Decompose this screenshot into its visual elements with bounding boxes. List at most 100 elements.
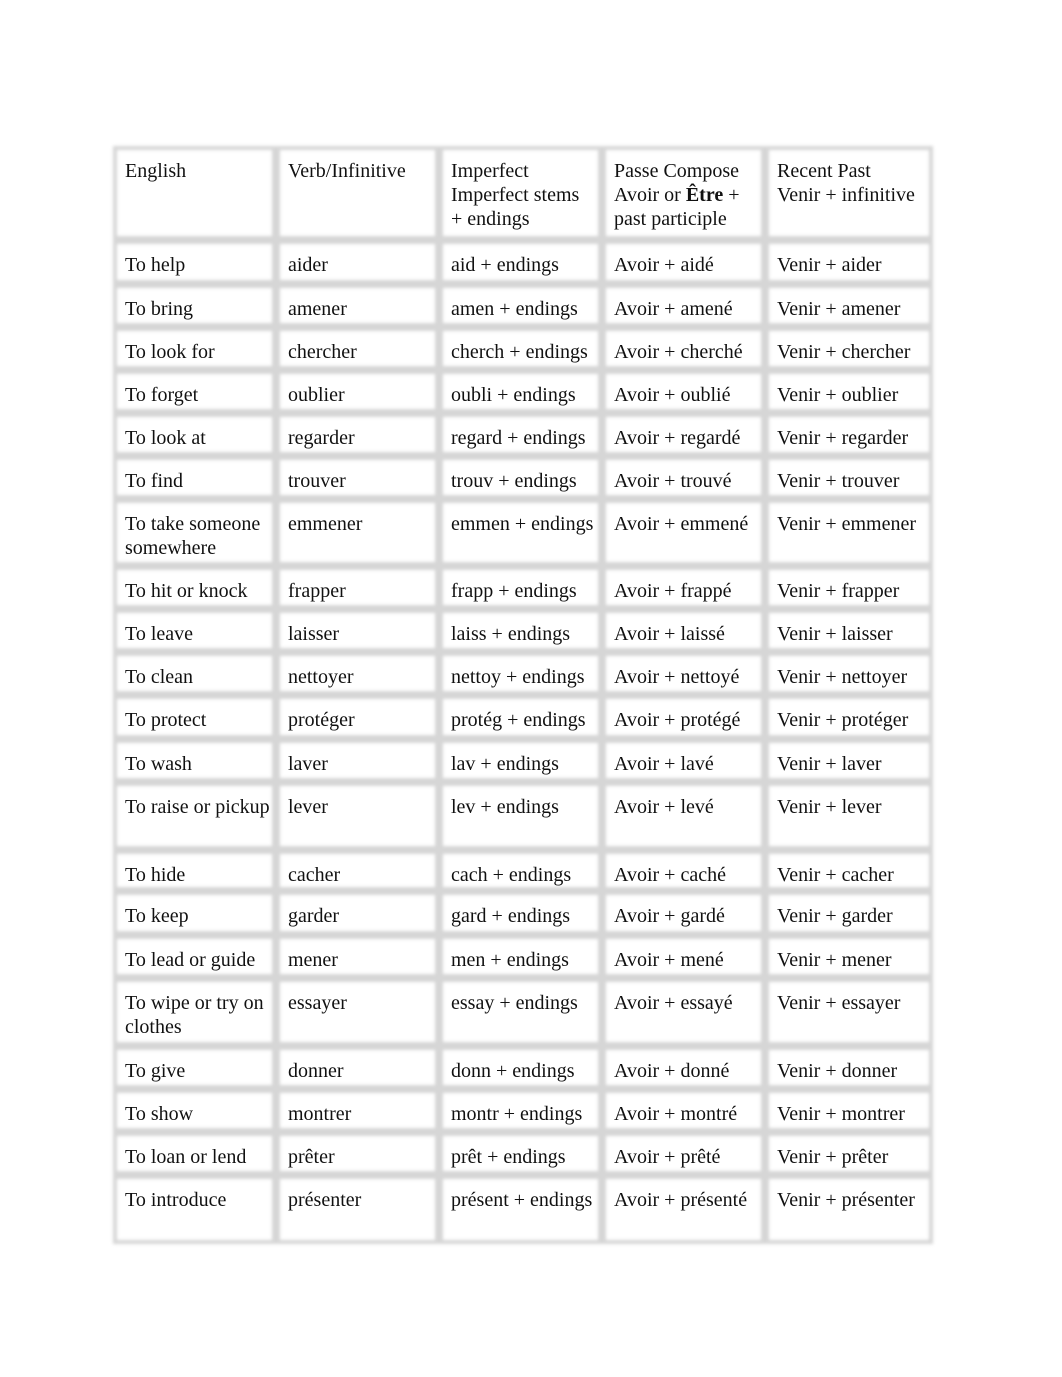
table-row: To leave laisser laiss + endings Avoir + la… [113,609,933,652]
cell-english: To hit or knock [125,580,248,602]
cell-passe-compose: Avoir + montré [614,1103,738,1125]
cell-recent-past: Venir + essayer [777,992,901,1014]
cell-infinitive: chercher [288,341,357,363]
cell-passe-compose: Avoir + levé [614,796,714,818]
cell-recent-past: Venir + emmener [777,513,917,535]
cell-passe-compose: Avoir + caché [614,864,726,886]
cell-infinitive: aider [288,254,328,276]
cell-recent-past: Venir + protéger [777,709,909,731]
table-row: To hit or knock frapper frapp + endings Avo… [113,566,933,609]
cell-passe-compose: Avoir + frappé [614,580,732,602]
table-row: To introduce présenter présent + endings Av… [113,1175,933,1244]
header-row: English Verb/Infinitive Imperfect Imperf… [113,146,933,240]
cell-recent-past: Venir + chercher [777,341,911,363]
cell-imperfect: regard + endings [451,427,586,449]
table-row: To give donner donn + endings Avoir + donné… [113,1046,933,1089]
header-line: Venir + infinitive [777,184,915,206]
cell-passe-compose: Avoir + mené [614,949,724,971]
cell-english: To wash [125,753,192,775]
cell-recent-past: Venir + oublier [777,384,899,406]
cell-recent-past: Venir + montrer [777,1103,905,1125]
cell-recent-past: Venir + trouver [777,470,900,492]
header-bold-text: Être [685,184,724,206]
cell-recent-past: Venir + cacher [777,864,894,886]
cell-english: To clean [125,666,194,688]
cell-english: To bring [125,298,194,320]
cell-imperfect: protég + endings [451,709,586,731]
cell-imperfect: présent + endings [451,1189,593,1211]
cell-recent-past: Venir + regarder [777,427,909,449]
cell-infinitive: laisser [288,623,340,645]
cell-english: To introduce [125,1189,227,1211]
cell-imperfect: essay + endings [451,992,578,1014]
cell-english: To give [125,1060,186,1082]
header-text: + [723,184,740,206]
header-imperfect: Imperfect Imperfect stems + endings [439,146,602,240]
cell-recent-past: Venir + laver [777,753,882,775]
table-row: To raise or pickup lever lev + endings Avoi… [113,782,933,850]
cell-infinitive: mener [288,949,338,971]
table-row: To keep garder gard + endings Avoir + gardé… [113,891,933,935]
cell-english: To forget [125,384,199,406]
cell-infinitive: essayer [288,992,347,1014]
cell-imperfect: prêt + endings [451,1146,566,1168]
cell-recent-past: Venir + donner [777,1060,898,1082]
cell-imperfect: emmen + endings [451,513,594,535]
table-row: To protect protéger protég + endings Avoir … [113,695,933,739]
cell-english: To keep [125,905,189,927]
table-row: To wash laver lav + endings Avoir + lavé Ven… [113,739,933,782]
cell-english: To help [125,254,186,276]
header-verb-infinitive: Verb/Infinitive [276,146,439,240]
cell-english: To lead or guide [125,949,256,971]
table-row: To look for chercher cherch + endings Avoir… [113,327,933,370]
cell-infinitive: protéger [288,709,355,731]
cell-passe-compose: Avoir + gardé [614,905,725,927]
cell-english: To protect [125,709,207,731]
cell-passe-compose: Avoir + laissé [614,623,725,645]
cell-imperfect: cherch + endings [451,341,588,363]
table-row: To loan or lend prêter prêt + endings Avoir… [113,1132,933,1175]
cell-infinitive: lever [288,796,328,818]
cell-recent-past: Venir + aider [777,254,882,276]
cell-infinitive: garder [288,905,340,927]
cell-imperfect: lev + endings [451,796,559,818]
cell-english: To raise or pickup [125,796,270,818]
cell-english: To find [125,470,184,492]
cell-passe-compose: Avoir + oublié [614,384,731,406]
header-line: + endings [451,208,530,230]
table-row: To look at regarder regard + endings Avoir … [113,413,933,456]
header-text: Avoir or [614,184,686,206]
cell-infinitive: oublier [288,384,345,406]
cell-imperfect: lav + endings [451,753,559,775]
header-line: Recent Past [777,160,871,182]
cell-english: To take someone somewhere [125,513,261,559]
cell-english: To wipe or try on clothes [125,992,264,1038]
cell-passe-compose: Avoir + prêté [614,1146,721,1168]
header-line: Verb/Infinitive [288,160,406,182]
table-row: To help aider aid + endings Avoir + aidé Ven… [113,240,933,284]
table-row: To find trouver trouv + endings Avoir + tro… [113,456,933,499]
table-row: To lead or guide mener men + endings Avoir … [113,935,933,978]
cell-infinitive: laver [288,753,328,775]
cell-passe-compose: Avoir + essayé [614,992,733,1014]
cell-infinitive: présenter [288,1189,362,1211]
header-english: English [113,146,276,240]
cell-recent-past: Venir + présenter [777,1189,915,1211]
cell-infinitive: nettoyer [288,666,354,688]
cell-english: To leave [125,623,194,645]
cell-recent-past: Venir + amener [777,298,901,320]
cell-recent-past: Venir + lever [777,796,882,818]
table-row: To wipe or try on clothes essayer essay + … [113,978,933,1046]
header-recent-past: Recent Past Venir + infinitive [765,146,933,240]
cell-english: To hide [125,864,186,886]
header-line: Passe Compose [614,160,739,182]
cell-infinitive: frapper [288,580,346,602]
cell-infinitive: prêter [288,1146,335,1168]
header-line: Avoir or Être + [614,183,761,207]
cell-english: To look at [125,427,206,449]
cell-passe-compose: Avoir + trouvé [614,470,732,492]
cell-recent-past: Venir + mener [777,949,892,971]
cell-imperfect: cach + endings [451,864,572,886]
cell-infinitive: emmener [288,513,363,535]
table-row: To take someone somewhere emmener emmen + … [113,499,933,566]
